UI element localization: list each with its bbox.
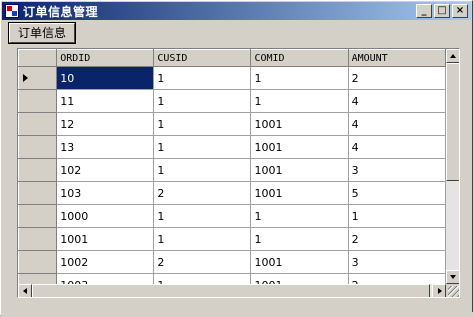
scroll-left-button[interactable] [18, 284, 32, 297]
vertical-scrollbar[interactable] [446, 49, 459, 284]
vertical-scroll-thumb[interactable] [446, 63, 459, 181]
grid-cell[interactable]: 3 [348, 158, 446, 182]
order-info-button[interactable]: 订单信息 [7, 22, 77, 44]
main-window: 订单信息管理 _ □ × 订单信息 ORDID CUSID COMID AMOU [0, 0, 473, 317]
grid-cell[interactable]: 1001 [250, 135, 349, 159]
grid-cell[interactable]: 1001 [250, 250, 349, 274]
grid-cell[interactable]: 4 [348, 135, 446, 159]
table-row[interactable]: 1001 1 1 2 [18, 227, 446, 251]
current-row-arrow-icon [23, 74, 28, 82]
grid-cell[interactable]: 1 [348, 204, 446, 228]
grid-cell[interactable]: 102 [56, 158, 155, 182]
grid-cell[interactable]: 1 [153, 227, 252, 251]
grid-cell[interactable]: 1 [153, 66, 252, 90]
grid-cell[interactable]: 2 [348, 273, 446, 284]
arrow-down-icon [450, 275, 456, 279]
grid-cell[interactable]: 2 [153, 181, 252, 205]
column-header-cusid[interactable]: CUSID [153, 49, 252, 67]
grid-cell[interactable]: 2 [348, 227, 446, 251]
row-header[interactable] [18, 250, 58, 274]
table-row[interactable]: 12 1 1001 4 [18, 112, 446, 136]
row-header[interactable] [18, 135, 58, 159]
table-row[interactable]: 1000 1 1 1 [18, 204, 446, 228]
window-title: 订单信息管理 [23, 4, 99, 19]
grid-cell[interactable]: 1 [153, 112, 252, 136]
table-row[interactable]: 103 2 1001 5 [18, 181, 446, 205]
scroll-down-button[interactable] [446, 270, 459, 284]
resize-grip-icon[interactable] [448, 286, 459, 297]
row-header[interactable] [18, 181, 58, 205]
window-controls: _ □ × [414, 4, 468, 18]
maximize-button[interactable]: □ [434, 4, 450, 18]
data-grid[interactable]: ORDID CUSID COMID AMOUNT 10 1 1 2 11 1 1 4 12 1 10… [17, 48, 460, 298]
column-header-amount[interactable]: AMOUNT [347, 49, 446, 67]
arrow-up-icon [450, 54, 456, 58]
row-header[interactable] [18, 89, 58, 113]
grid-cell[interactable]: 1000 [56, 204, 155, 228]
table-row[interactable]: 13 1 1001 4 [18, 135, 446, 159]
grid-cell[interactable]: 1001 [250, 181, 349, 205]
horizontal-scrollbar[interactable] [18, 284, 446, 297]
grid-cell[interactable]: 1 [153, 89, 252, 113]
bottom-edge [1, 312, 473, 317]
grid-cell[interactable]: 13 [56, 135, 155, 159]
scroll-right-button[interactable] [432, 284, 446, 297]
grid-cell[interactable]: 2 [348, 66, 446, 90]
grid-cell[interactable]: 1003 [56, 273, 155, 284]
row-header[interactable] [18, 204, 58, 228]
grid-cell[interactable]: 1 [250, 89, 349, 113]
scroll-corner [446, 284, 459, 297]
grid-cell[interactable]: 3 [348, 250, 446, 274]
grid-cell[interactable]: 11 [56, 89, 155, 113]
grid-cell[interactable]: 1 [250, 66, 349, 90]
table-row[interactable]: 1003110012 [18, 273, 446, 284]
column-header-comid[interactable]: COMID [250, 49, 349, 67]
arrow-left-icon [23, 288, 27, 294]
grid-cell[interactable]: 12 [56, 112, 155, 136]
grid-cell[interactable]: 1 [250, 204, 349, 228]
grid-viewport: ORDID CUSID COMID AMOUNT 10 1 1 2 11 1 1 4 12 1 10… [18, 49, 446, 284]
row-header[interactable] [18, 158, 58, 182]
grid-cell[interactable]: 4 [348, 89, 446, 113]
grid-table: ORDID CUSID COMID AMOUNT 10 1 1 2 11 1 1 4 12 1 10… [18, 49, 446, 284]
column-header-ordid[interactable]: ORDID [56, 49, 155, 67]
grid-cell[interactable]: 4 [348, 112, 446, 136]
arrow-right-icon [438, 288, 442, 294]
horizontal-scroll-thumb[interactable] [32, 284, 430, 297]
grid-cell[interactable]: 1002 [56, 250, 155, 274]
grid-cell[interactable]: 1 [250, 227, 349, 251]
corner-header[interactable] [18, 49, 58, 67]
close-button[interactable]: × [452, 4, 468, 18]
table-row[interactable]: 102 1 1001 3 [18, 158, 446, 182]
table-row[interactable]: 1002 2 1001 3 [18, 250, 446, 274]
grid-cell[interactable]: 1001 [250, 158, 349, 182]
grid-cell[interactable]: 103 [56, 181, 155, 205]
grid-cell[interactable]: 1001 [250, 273, 349, 284]
scroll-up-button[interactable] [446, 49, 459, 63]
table-row[interactable]: 11 1 1 4 [18, 89, 446, 113]
grid-cell[interactable]: 1001 [56, 227, 155, 251]
grid-cell[interactable]: 1 [153, 273, 252, 284]
row-header[interactable] [18, 273, 58, 284]
row-header[interactable] [18, 227, 58, 251]
row-header[interactable] [18, 66, 58, 90]
minimize-button[interactable]: _ [416, 4, 432, 18]
header-row: ORDID CUSID COMID AMOUNT [18, 49, 446, 67]
table-row[interactable]: 10 1 1 2 [18, 66, 446, 90]
title-bar[interactable]: 订单信息管理 _ □ × [2, 2, 471, 20]
grid-cell[interactable]: 1 [153, 204, 252, 228]
grid-cell[interactable]: 1 [153, 158, 252, 182]
row-header[interactable] [18, 112, 58, 136]
grid-cell[interactable]: 5 [348, 181, 446, 205]
app-icon[interactable] [5, 4, 19, 18]
grid-cell[interactable]: 1 [153, 135, 252, 159]
grid-cell[interactable]: 1001 [250, 112, 349, 136]
grid-cell[interactable]: 2 [153, 250, 252, 274]
grid-cell[interactable]: 10 [56, 66, 155, 90]
